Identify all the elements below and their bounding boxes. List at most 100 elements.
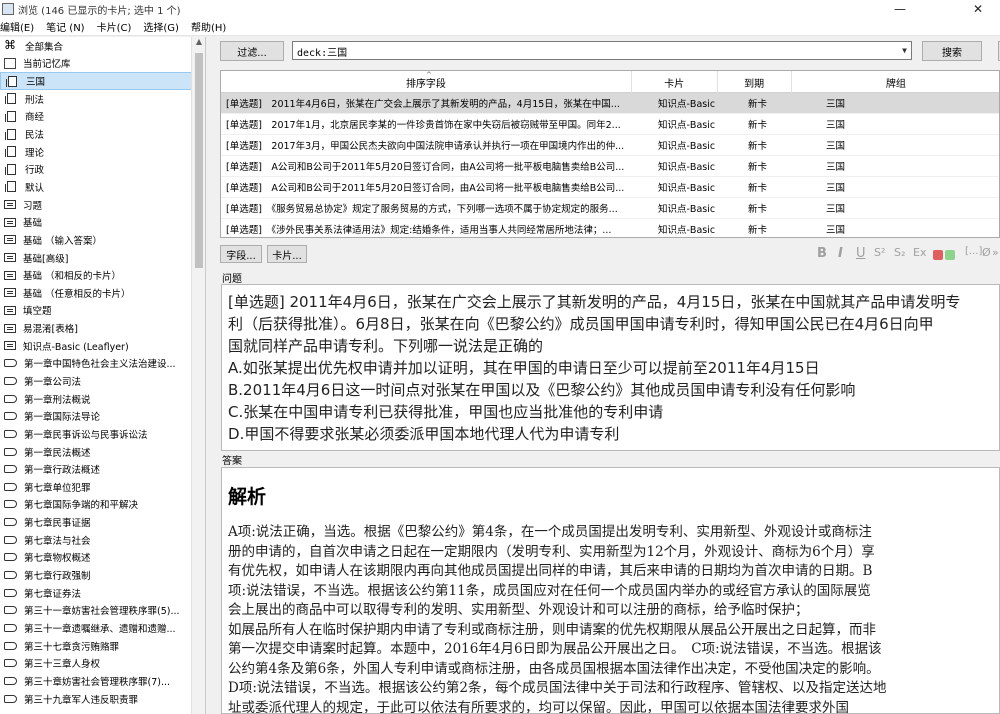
cards-button[interactable]: 卡片...	[267, 245, 307, 263]
sidebar-scrollbar[interactable]: ▲	[191, 37, 205, 714]
sidebar-item-label: 第三十七章贪污贿赂罪	[24, 641, 120, 653]
sidebar-item[interactable]: 行政	[0, 160, 192, 178]
scroll-up-icon[interactable]: ▲	[192, 37, 205, 51]
cell-due: 新卡	[748, 141, 768, 152]
sidebar-item[interactable]: 第三十九章军人违反职责罪	[0, 690, 192, 708]
sidebar-item[interactable]: 第七章物权概述	[0, 549, 192, 567]
table-row[interactable]: [单选题] 《服务贸易总协定》规定了服务贸易的方式，下列哪一选项不属于协定规定的…	[221, 198, 999, 219]
sidebar-item[interactable]: 基础 （任意相反的卡片）	[0, 284, 192, 302]
sidebar-item[interactable]: 基础[高级]	[0, 249, 192, 267]
sidebar-item-label: 全部集合	[25, 41, 64, 53]
cell-card: 知识点-Basic	[658, 183, 716, 194]
sidebar-item[interactable]: 默认	[0, 178, 192, 196]
sidebar-item[interactable]: 第一章国际法导论	[0, 407, 192, 425]
sidebar-item[interactable]: 第一章公司法	[0, 372, 192, 390]
minimize-button[interactable]: —	[880, 0, 920, 18]
sidebar-item-label: 三国	[26, 77, 46, 89]
sidebar-item[interactable]: 第七章法与社会	[0, 531, 192, 549]
note-type-icon	[4, 270, 16, 280]
sidebar-item[interactable]: 第三十三章人身权	[0, 654, 192, 672]
highlight-color-icon[interactable]	[945, 250, 955, 260]
chevron-down-icon[interactable]: ▼	[902, 46, 907, 55]
menu-notes[interactable]: 笔记 (N)	[40, 19, 90, 34]
sidebar-item[interactable]: 第三十一章遗嘱继承、遗赠和遗赠...	[0, 619, 192, 637]
table-row[interactable]: [单选题] 2017年3月，甲国公民杰夫欲向中国法院申请承认并执行一项在甲国境内…	[221, 135, 999, 156]
sidebar-item[interactable]: 基础	[0, 213, 192, 231]
underline-icon[interactable]: U	[856, 246, 866, 261]
sidebar-item-label: 第一章刑法概说	[24, 394, 91, 406]
sidebar-item[interactable]: 第一章民法概述	[0, 443, 192, 461]
sidebar-item[interactable]: 第三十七章贪污贿赂罪	[0, 637, 192, 655]
menu-select[interactable]: 选择(G)	[137, 19, 185, 34]
sidebar-item[interactable]: 第七章证券法	[0, 584, 192, 602]
sidebar-item[interactable]: 全部集合	[0, 37, 192, 55]
sidebar-item[interactable]: 第七章民事证据	[0, 513, 192, 531]
table-row[interactable]: [单选题] 2017年1月，北京居民李某的一件珍贵首饰在家中失窃后被窃贼带至甲国…	[221, 114, 999, 135]
question-field[interactable]: [单选题] 2011年4月6日，张某在广交会上展示了其新发明的产品，4月15日，…	[221, 284, 1000, 451]
answer-title: 解析	[228, 486, 267, 508]
sidebar-item[interactable]: 商经	[0, 108, 192, 126]
answer-line: 册的申请的，自首次申请之日起在一定期限内（发明专利、实用新型为12个月，外观设计…	[228, 543, 875, 560]
table-row[interactable]: [单选题] A公司和B公司于2011年5月20日签订合同，由A公司将一批平板电脑…	[221, 156, 999, 177]
close-button[interactable]: ✕	[958, 0, 998, 18]
answer-line: 址或委派代理人的规定，于此可以依法有所要求的，均可以保留。因此，甲国可以依据本国…	[228, 699, 849, 714]
sidebar-item[interactable]: 当前记忆库	[0, 55, 192, 73]
sidebar-item[interactable]: 第一章刑法概说	[0, 390, 192, 408]
sidebar-item[interactable]: 填空题	[0, 302, 192, 320]
column-card[interactable]: 卡片	[632, 71, 718, 93]
sidebar-item[interactable]: 第七章单位犯罪	[0, 478, 192, 496]
sidebar-item[interactable]: 知识点-Basic (Leaflyer)	[0, 337, 192, 355]
clear-format-icon[interactable]: Ex	[913, 246, 926, 259]
title-bar: 浏览 (146 已显示的卡片; 选中 1 个) — ✕	[0, 0, 1000, 18]
sidebar-item[interactable]: 刑法	[0, 90, 192, 108]
sidebar-item[interactable]: 第三十一章妨害社会管理秩序罪(5)...	[0, 602, 192, 620]
sidebar: 全部集合当前记忆库三国刑法商经民法理论行政默认习题基础基础 （输入答案） 基础[高…	[0, 37, 206, 714]
sidebar-item[interactable]: 三国	[0, 72, 192, 90]
filter-button[interactable]: 过滤...	[220, 41, 284, 61]
menu-help[interactable]: 帮助(H)	[185, 19, 232, 34]
deck-icon	[5, 181, 16, 193]
bold-icon[interactable]: B	[817, 246, 827, 261]
deck-icon	[5, 128, 16, 140]
sidebar-item[interactable]: 理论	[0, 143, 192, 161]
sidebar-item[interactable]: 习题	[0, 196, 192, 214]
sidebar-item[interactable]: 第一章行政法概述	[0, 460, 192, 478]
menu-edit[interactable]: 编辑(E)	[0, 19, 40, 34]
column-due[interactable]: 到期	[718, 71, 792, 93]
sidebar-item-label: 刑法	[25, 94, 45, 106]
attachment-icon[interactable]: Ø	[982, 246, 991, 259]
sidebar-item-label: 第一章国际法导论	[24, 412, 101, 424]
sidebar-item[interactable]: 易混淆[表格]	[0, 319, 192, 337]
superscript-icon[interactable]: S²	[874, 246, 885, 259]
more-icon[interactable]: »	[992, 246, 999, 259]
column-sort-field[interactable]: ^ 排序字段	[221, 71, 632, 93]
subscript-icon[interactable]: S₂	[894, 246, 905, 259]
table-row[interactable]: [单选题] A公司和B公司于2011年5月20日签订合同，由A公司将一批平板电脑…	[221, 177, 999, 198]
sidebar-item[interactable]: 民法	[0, 125, 192, 143]
table-row[interactable]: [单选题] 2011年4月6日，张某在广交会上展示了其新发明的产品，4月15日，…	[221, 93, 999, 114]
search-button[interactable]: 搜索	[922, 41, 982, 61]
cloze-icon[interactable]: [...]	[965, 246, 982, 257]
sidebar-item[interactable]: 第一章民事诉讼与民事诉讼法	[0, 425, 192, 443]
note-type-icon	[4, 200, 16, 210]
sidebar-item[interactable]: 第三十章妨害社会管理秩序罪(7)...	[0, 672, 192, 690]
menu-bar: 编辑(E) 笔记 (N) 卡片(C) 选择(G) 帮助(H)	[0, 18, 1000, 36]
sidebar-item[interactable]: 第一章中国特色社会主义法治建设...	[0, 355, 192, 373]
sidebar-item[interactable]: 基础 （和相反的卡片）	[0, 266, 192, 284]
fields-button[interactable]: 字段...	[220, 245, 262, 263]
sidebar-item-label: 易混淆[表格]	[23, 324, 78, 336]
menu-cards[interactable]: 卡片(C)	[91, 19, 138, 34]
column-deck[interactable]: 牌组	[792, 71, 999, 93]
sidebar-item[interactable]: 第七章国际争端的和平解决	[0, 496, 192, 514]
text-color-icon[interactable]	[933, 250, 943, 260]
answer-field[interactable]: 解析 A项:说法正确，当选。根据《巴黎公约》第4条，在一个成员国提出发明专利、实…	[221, 467, 1000, 714]
scrollbar-thumb[interactable]	[195, 53, 203, 268]
sidebar-item[interactable]: 基础 （输入答案）	[0, 231, 192, 249]
window-title: 浏览 (146 已显示的卡片; 选中 1 个)	[18, 5, 181, 17]
search-input[interactable]: deck:三国 ▼	[292, 41, 912, 60]
question-line: C.张某在中国申请专利已获得批准，甲国也应当批准他的专利申请	[228, 403, 664, 421]
table-row[interactable]: [单选题] 《涉外民事关系法律适用法》规定:结婚条件，适用当事人共同经常居所地法…	[221, 219, 999, 237]
app-icon	[2, 3, 14, 15]
italic-icon[interactable]: I	[838, 246, 843, 261]
sidebar-item[interactable]: 第七章行政强制	[0, 566, 192, 584]
